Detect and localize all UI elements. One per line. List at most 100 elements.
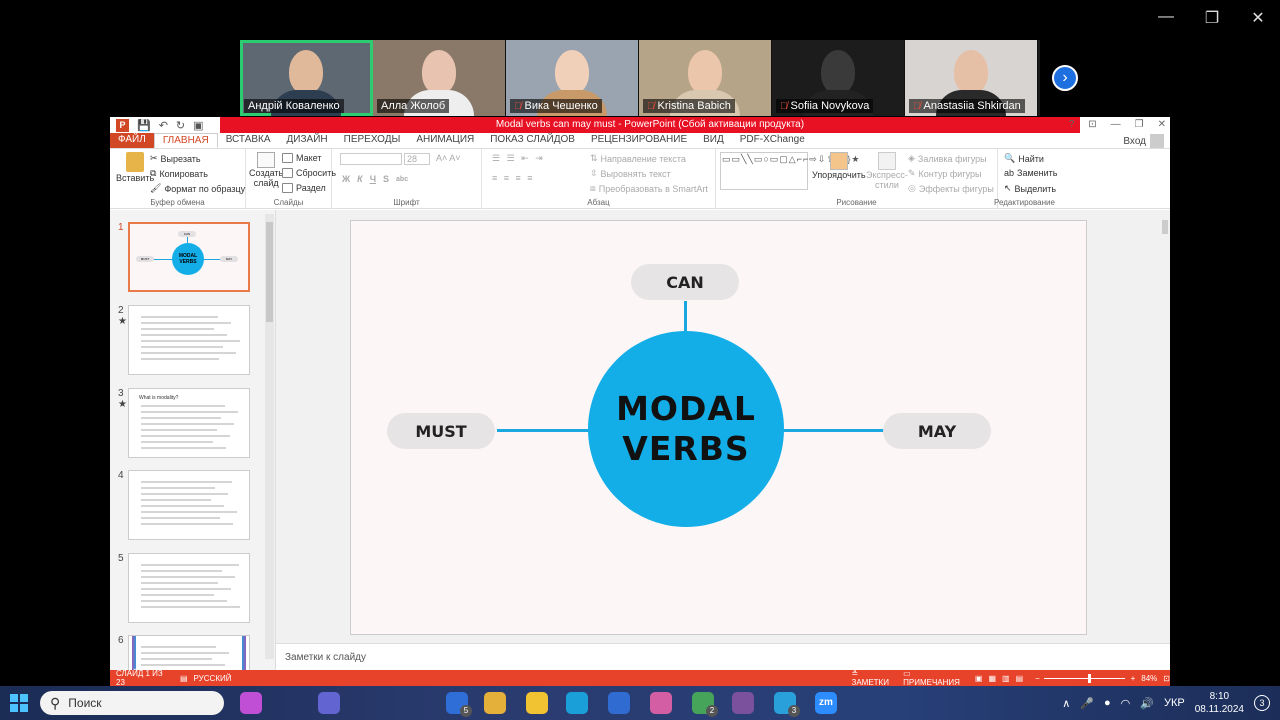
language-indicator[interactable]: РУССКИЙ: [194, 674, 232, 683]
redo-icon[interactable]: ↻: [176, 119, 185, 132]
thumbnail-scrollbar[interactable]: [265, 214, 274, 659]
participant-tile[interactable]: 🎙̸ Sofiia Novykova: [772, 40, 905, 116]
font-size-select[interactable]: 28: [404, 153, 430, 165]
participant-tile[interactable]: 🎙̸ Kristina Babich: [639, 40, 772, 116]
smartart-button[interactable]: ⧈ Преобразовать в SmartArt: [590, 183, 708, 194]
chrome2-app-icon[interactable]: 2: [692, 692, 718, 717]
view-buttons-icon[interactable]: ▣▦▥▤: [975, 674, 1029, 683]
files-app-icon[interactable]: [526, 692, 548, 714]
strike-button[interactable]: S: [383, 174, 389, 184]
login-area[interactable]: Вход: [1123, 134, 1164, 148]
list-buttons-icon[interactable]: ☰ ☰ ⇤ ⇥: [492, 153, 545, 164]
bold-button[interactable]: Ж: [342, 174, 350, 184]
restore-button[interactable]: ❐: [1200, 8, 1224, 28]
text-direction-button[interactable]: ⇅ Направление текста: [590, 153, 686, 164]
tab-design[interactable]: ДИЗАЙН: [279, 133, 336, 148]
may-label[interactable]: MAY: [883, 413, 991, 449]
slide-thumbnail[interactable]: [128, 470, 250, 540]
zoom-level[interactable]: 84%: [1141, 674, 1157, 683]
cut-button[interactable]: ✂ Вырезать: [150, 153, 201, 164]
edge-app-icon[interactable]: [566, 692, 588, 714]
telegram-app-icon[interactable]: 3: [774, 692, 800, 717]
participant-tile[interactable]: Андрій Коваленко: [240, 40, 373, 116]
find-button[interactable]: 🔍 Найти: [1004, 153, 1044, 164]
participant-tile[interactable]: Алла Жолоб: [373, 40, 506, 116]
snip-app-icon[interactable]: [650, 692, 672, 714]
italic-button[interactable]: К: [357, 174, 363, 184]
tab-review[interactable]: РЕЦЕНЗИРОВАНИЕ: [583, 133, 695, 148]
zoom-slider[interactable]: [1043, 673, 1125, 683]
next-participants-button[interactable]: ›: [1052, 65, 1078, 91]
arrange-button[interactable]: Упорядочить: [812, 152, 866, 180]
tab-insert[interactable]: ВСТАВКА: [218, 133, 279, 148]
comments-toggle[interactable]: ▭ ПРИМЕЧАНИЯ: [903, 669, 963, 687]
zoom-slider-thumb[interactable]: [1087, 673, 1091, 683]
modal-verbs-circle[interactable]: MODAL VERBS: [588, 331, 784, 527]
save-icon[interactable]: 💾: [137, 119, 151, 132]
zoom-in-icon[interactable]: +: [1131, 674, 1136, 683]
shape-effects-button[interactable]: ◎ Эффекты фигуры: [908, 183, 994, 194]
chat-app-icon[interactable]: [318, 692, 340, 714]
mail-app-icon[interactable]: 5: [446, 692, 472, 717]
slide-thumbnail[interactable]: [128, 635, 250, 670]
notification-badge[interactable]: 3: [1254, 695, 1270, 711]
slide-thumbnail[interactable]: What is modality?: [128, 388, 250, 458]
close-button[interactable]: ✕: [1246, 8, 1270, 28]
clock[interactable]: 8:10 08.11.2024: [1195, 690, 1244, 716]
current-slide[interactable]: CAN MUST MAY MODAL VERBS: [350, 220, 1087, 635]
slide-scrollbar[interactable]: [1160, 210, 1170, 643]
section-button[interactable]: Раздел: [282, 183, 326, 193]
participant-tile[interactable]: 🎙̸ Вика Чешенко: [506, 40, 639, 116]
ppt-close-button[interactable]: ✕: [1158, 119, 1166, 130]
reset-button[interactable]: Сбросить: [282, 168, 336, 178]
tab-pdf-xchange[interactable]: PDF-XChange: [732, 133, 813, 148]
can-label[interactable]: CAN: [631, 264, 739, 300]
tray-chevron-icon[interactable]: ∧: [1062, 697, 1070, 710]
tab-slideshow[interactable]: ПОКАЗ СЛАЙДОВ: [482, 133, 583, 148]
camera-icon[interactable]: ●: [1104, 697, 1111, 709]
microphone-icon[interactable]: 🎤: [1080, 697, 1094, 710]
slide-thumbnail[interactable]: MODAL VERBS CAN MUST MAY: [128, 222, 250, 292]
store-app-icon[interactable]: [608, 692, 630, 714]
zoom-app-icon[interactable]: zm: [815, 692, 837, 714]
volume-icon[interactable]: 🔊: [1140, 697, 1154, 710]
shape-outline-button[interactable]: ✎ Контур фигуры: [908, 168, 981, 179]
tab-transitions[interactable]: ПЕРЕХОДЫ: [336, 133, 409, 148]
tab-view[interactable]: ВИД: [695, 133, 732, 148]
help-icon[interactable]: ?: [1069, 119, 1075, 130]
paste-button[interactable]: Вставить: [116, 152, 154, 183]
underline-button[interactable]: Ч: [370, 174, 376, 184]
chrome-app-icon[interactable]: [484, 692, 506, 714]
viber-app-icon[interactable]: [732, 692, 754, 714]
spellcheck-icon[interactable]: ▤: [180, 674, 188, 683]
notes-toggle[interactable]: ≜ ЗАМЕТКИ: [851, 669, 893, 687]
keyboard-language[interactable]: УКР: [1164, 697, 1185, 709]
slide-scroll-knob[interactable]: [1162, 220, 1168, 234]
font-grow-icon[interactable]: A˄ A˅: [436, 153, 461, 163]
slideshow-icon[interactable]: ▣: [193, 119, 203, 132]
undo-icon[interactable]: ↶: [159, 119, 168, 132]
ribbon-display-icon[interactable]: ⊡: [1088, 119, 1096, 130]
slide-thumbnail[interactable]: [128, 305, 250, 375]
quick-styles-button[interactable]: Экспресс- стили: [866, 152, 908, 190]
shape-fill-button[interactable]: ◈ Заливка фигуры: [908, 153, 987, 164]
tab-file[interactable]: ФАЙЛ: [110, 133, 154, 148]
ppt-minimize-button[interactable]: —: [1111, 119, 1121, 130]
select-button[interactable]: ↖ Выделить: [1004, 183, 1056, 194]
zoom-out-icon[interactable]: −: [1035, 674, 1040, 683]
ppt-restore-button[interactable]: ❐: [1135, 119, 1144, 130]
fit-slide-icon[interactable]: ⊡: [1163, 674, 1170, 683]
replace-button[interactable]: ab Заменить: [1004, 168, 1057, 178]
shadow-button[interactable]: abc: [396, 176, 408, 183]
copy-button[interactable]: ⧉ Копировать: [150, 168, 208, 179]
minimize-button[interactable]: —: [1154, 8, 1178, 28]
taskbar-search[interactable]: ⚲ Поиск: [40, 691, 224, 715]
notes-pane[interactable]: Заметки к слайду: [276, 643, 1170, 670]
tab-animation[interactable]: АНИМАЦИЯ: [408, 133, 482, 148]
windows-start-icon[interactable]: [10, 694, 28, 712]
copilot-app-icon[interactable]: [240, 692, 262, 714]
shapes-gallery[interactable]: ▭▭╲╲▭○▭▢△⌐⌐⇨⇩⇧⟲{}★: [720, 152, 859, 190]
participant-tile[interactable]: 🎙̸ Anastasiia Shkirdan: [905, 40, 1038, 116]
slide-thumbnail[interactable]: [128, 553, 250, 623]
must-label[interactable]: MUST: [387, 413, 495, 449]
